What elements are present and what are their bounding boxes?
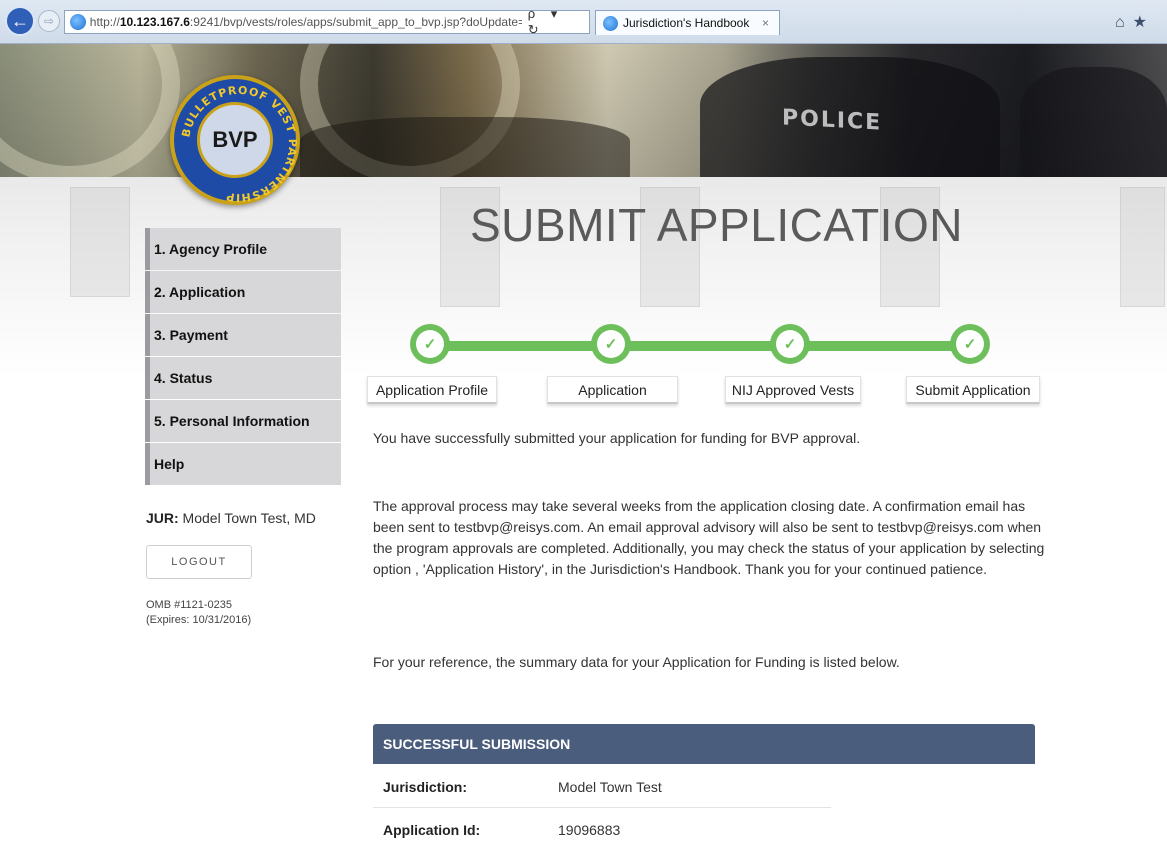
sidebar-item-personal-information[interactable]: 5. Personal Information xyxy=(145,400,341,442)
browser-chrome: ← ⇨ http://10.123.167.6:9241/bvp/vests/r… xyxy=(0,0,1167,44)
checkmark-icon: ✓ xyxy=(783,336,797,353)
back-arrow-icon[interactable]: ← xyxy=(5,6,35,36)
step-complete-indicator: ✓ xyxy=(410,324,450,364)
omb-number: OMB #1121-0235 xyxy=(146,599,233,611)
step-complete-indicator: ✓ xyxy=(950,324,990,364)
jur-label: JUR: xyxy=(146,510,179,526)
address-url[interactable]: http://10.123.167.6:9241/bvp/vests/roles… xyxy=(90,15,522,29)
progress-track xyxy=(430,341,970,351)
checkmark-icon: ✓ xyxy=(604,336,618,353)
step-complete-indicator: ✓ xyxy=(591,324,631,364)
summary-row-value: Model Town Test xyxy=(558,778,662,795)
police-text: POLICE xyxy=(782,105,883,136)
address-bar[interactable]: http://10.123.167.6:9241/bvp/vests/roles… xyxy=(64,6,590,37)
browser-tab[interactable]: Jurisdiction's Handbook × xyxy=(595,10,780,35)
close-tab-icon[interactable]: × xyxy=(762,16,769,30)
approval-info-text: The approval process may take several we… xyxy=(373,498,1045,577)
bg-window xyxy=(1120,187,1165,307)
summary-row-label: Jurisdiction: xyxy=(383,778,468,795)
ie-tab-icon xyxy=(603,15,618,31)
tab-title: Jurisdiction's Handbook xyxy=(623,16,750,30)
home-favorites-icons[interactable]: ⌂★ xyxy=(1115,12,1155,32)
bvp-logo[interactable]: BULLETPROOF VEST PARTNERSHIP BVP xyxy=(170,75,300,205)
summary-row-value: 19096883 xyxy=(558,822,621,838)
sidebar-item-agency-profile[interactable]: 1. Agency Profile xyxy=(145,228,341,270)
sidebar-item-payment[interactable]: 3. Payment xyxy=(145,314,341,356)
bg-window xyxy=(70,187,130,297)
sidebar-item-status[interactable]: 4. Status xyxy=(145,357,341,399)
omb-info: OMB #1121-0235 (Expires: 10/31/2016) xyxy=(146,598,251,628)
summary-row-label: Application Id: xyxy=(383,822,481,838)
address-tools-icons[interactable]: ρ ▾ ↻ xyxy=(528,6,589,38)
logout-button[interactable]: LOGOUT xyxy=(146,545,252,579)
jur-value: Model Town Test, MD xyxy=(178,510,316,526)
success-message: You have successfully submitted your app… xyxy=(373,430,861,446)
ie-page-icon xyxy=(70,14,86,30)
step-submit-application-button[interactable]: Submit Application xyxy=(906,376,1040,404)
logo-monogram: BVP xyxy=(212,127,258,152)
sidebar-nav: 1. Agency Profile 2. Application 3. Paym… xyxy=(145,228,341,486)
banner-person xyxy=(1020,67,1167,177)
sidebar-item-help[interactable]: Help xyxy=(145,443,341,485)
page-title: SUBMIT APPLICATION xyxy=(470,199,963,251)
step-nij-approved-vests-button[interactable]: NIJ Approved Vests xyxy=(725,376,861,404)
sidebar-item-application[interactable]: 2. Application xyxy=(145,271,341,313)
checkmark-icon: ✓ xyxy=(423,336,437,353)
summary-header: SUCCESSFUL SUBMISSION xyxy=(373,724,1035,764)
step-complete-indicator: ✓ xyxy=(770,324,810,364)
banner-arch xyxy=(0,44,180,177)
step-application-button[interactable]: Application xyxy=(547,376,678,404)
banner-crowd xyxy=(300,117,630,177)
reference-text: For your reference, the summary data for… xyxy=(373,654,900,670)
summary-row: Jurisdiction: Model Town Test xyxy=(373,766,831,808)
summary-row: Application Id: 19096883 xyxy=(373,809,831,851)
jurisdiction-info: JUR: Model Town Test, MD xyxy=(146,510,316,526)
omb-expiry: (Expires: 10/31/2016) xyxy=(146,614,252,626)
forward-arrow-icon[interactable]: ⇨ xyxy=(38,10,60,32)
step-application-profile-button[interactable]: Application Profile xyxy=(367,376,497,404)
logo-center: BVP xyxy=(197,102,273,178)
checkmark-icon: ✓ xyxy=(963,336,977,353)
